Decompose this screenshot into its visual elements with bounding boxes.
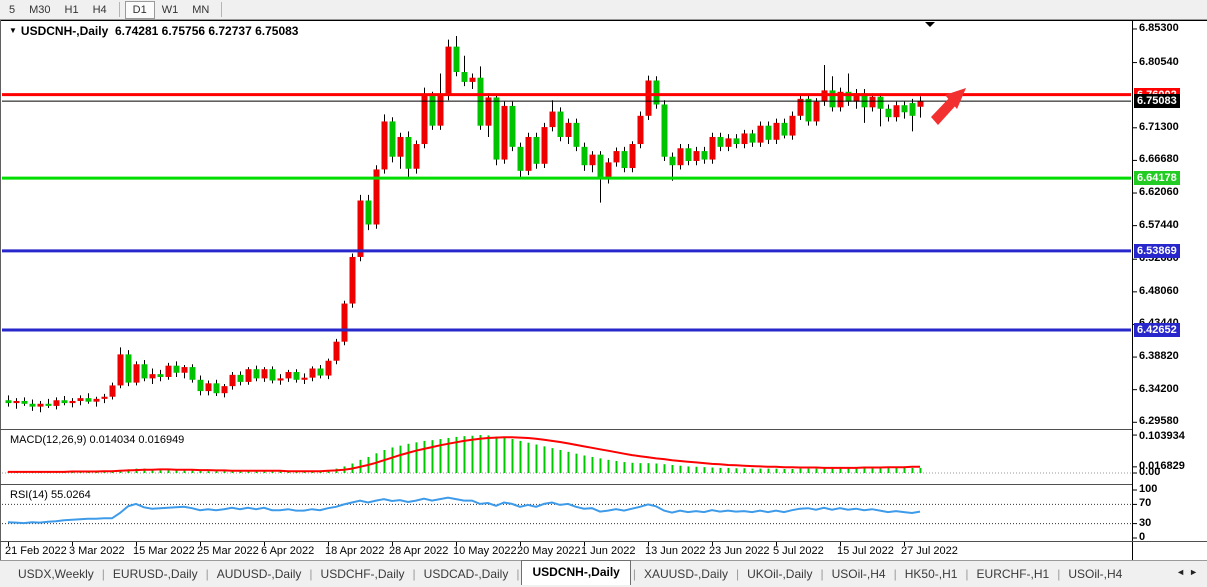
price-level-badge: 6.53869 (1134, 244, 1180, 258)
price-axis-label: 6.71300 (1139, 121, 1179, 133)
date-axis-label: 20 May 2022 (517, 545, 581, 557)
symbol-tab-audusd-daily[interactable]: AUDUSD-,Daily (211, 564, 308, 584)
date-axis-label: 13 Jun 2022 (645, 545, 706, 557)
rsi-name: RSI(14) (10, 489, 48, 501)
rsi-value: 55.0264 (51, 489, 91, 501)
symbol-tab-bar: USDX,Weekly|EURUSD-,Daily|AUDUSD-,Daily|… (0, 561, 1207, 587)
symbol-tab-usdx-weekly[interactable]: USDX,Weekly (12, 564, 100, 584)
tab-separator: | (307, 567, 314, 581)
date-axis-label: 23 Jun 2022 (709, 545, 770, 557)
symbol-tab-hk50-h1[interactable]: HK50-,H1 (899, 564, 964, 584)
price-axis-label: 6.62060 (1139, 186, 1179, 198)
mt4-window: 5M30H1H4D1W1MN ▼USDCNH-,Daily 6.74281 6.… (0, 0, 1207, 587)
macd-indicator-label: MACD(12,26,9) 0.014034 0.016949 (10, 434, 184, 446)
tab-separator: | (631, 567, 638, 581)
rsi-axis-label: 70 (1139, 497, 1151, 509)
tab-scroll-right-icon[interactable]: ► (1189, 567, 1202, 577)
date-axis-label: 1 Jun 2022 (581, 545, 635, 557)
macd-axis-label: 0.016829 (1139, 460, 1185, 472)
tab-separator: | (100, 567, 107, 581)
macd-values: 0.014034 0.016949 (89, 434, 184, 446)
tab-separator: | (1055, 567, 1062, 581)
tab-separator: | (204, 567, 211, 581)
macd-name: MACD(12,26,9) (10, 434, 86, 446)
price-level-badge: 6.42652 (1134, 323, 1180, 337)
symbol-tab-eurchf-h1[interactable]: EURCHF-,H1 (971, 564, 1056, 584)
price-axis-label: 6.57440 (1139, 219, 1179, 231)
symbol-tab-ukoil-daily[interactable]: UKOil-,Daily (741, 564, 818, 584)
chart-symbol-period: USDCNH-,Daily (21, 24, 108, 38)
symbol-tab-usdchf-daily[interactable]: USDCHF-,Daily (315, 564, 411, 584)
tab-separator: | (963, 567, 970, 581)
rsi-axis-label: 30 (1139, 517, 1151, 529)
tab-separator: | (514, 567, 521, 581)
symbol-tab-usoil-h4[interactable]: USOil-,H4 (826, 564, 892, 584)
symbol-tab-eurusd-daily[interactable]: EURUSD-,Daily (107, 564, 204, 584)
bar-marker-icon (925, 22, 935, 27)
date-axis-label: 15 Jul 2022 (837, 545, 894, 557)
chart-dropdown-icon[interactable]: ▼ (9, 26, 17, 35)
date-axis-label: 18 Apr 2022 (325, 545, 384, 557)
chart-title: ▼ USDCNH-,Daily 6.74281 6.75756 6.72737 6… (9, 24, 298, 38)
rsi-axis-label: 0 (1139, 531, 1145, 543)
symbol-tab-usdcad-daily[interactable]: USDCAD-,Daily (418, 564, 515, 584)
date-axis-label: 3 Mar 2022 (69, 545, 125, 557)
symbol-tab-usoil-h4[interactable]: USOil-,H4 (1062, 564, 1128, 584)
date-axis-label: 25 Mar 2022 (197, 545, 259, 557)
price-axis-label: 6.85300 (1139, 22, 1179, 34)
price-axis-label: 6.38820 (1139, 350, 1179, 362)
macd-axis-label: 0.103934 (1139, 430, 1185, 442)
rsi-axis-label: 100 (1139, 483, 1157, 495)
price-level-badge: 6.75083 (1134, 94, 1180, 108)
price-axis-label: 6.66680 (1139, 153, 1179, 165)
price-level-badge: 6.64178 (1134, 171, 1180, 185)
date-axis-label: 10 May 2022 (453, 545, 517, 557)
tab-separator: | (411, 567, 418, 581)
chart-canvas[interactable] (0, 0, 1207, 587)
tab-separator: | (818, 567, 825, 581)
date-axis-label: 21 Feb 2022 (5, 545, 67, 557)
date-axis-label: 27 Jul 2022 (901, 545, 958, 557)
chart-ohlc-values: 6.74281 6.75756 6.72737 6.75083 (115, 24, 299, 38)
tab-separator: | (892, 567, 899, 581)
price-axis-label: 6.80540 (1139, 56, 1179, 68)
date-axis-label: 6 Apr 2022 (261, 545, 314, 557)
rsi-indicator-label: RSI(14) 55.0264 (10, 489, 91, 501)
date-axis-label: 28 Apr 2022 (389, 545, 448, 557)
tab-scroll-left-icon[interactable]: ◄ (1176, 567, 1189, 577)
date-axis-label: 5 Jul 2022 (773, 545, 824, 557)
tab-separator: | (734, 567, 741, 581)
tab-scroll-arrows: ◄► (1176, 567, 1202, 577)
price-axis-label: 6.48060 (1139, 285, 1179, 297)
price-axis-label: 6.34200 (1139, 383, 1179, 395)
date-axis-label: 15 Mar 2022 (133, 545, 195, 557)
symbol-tab-xauusd-daily[interactable]: XAUUSD-,Daily (638, 564, 734, 584)
symbol-tab-usdcnh-daily[interactable]: USDCNH-,Daily (521, 560, 630, 585)
price-axis-label: 6.29580 (1139, 415, 1179, 427)
